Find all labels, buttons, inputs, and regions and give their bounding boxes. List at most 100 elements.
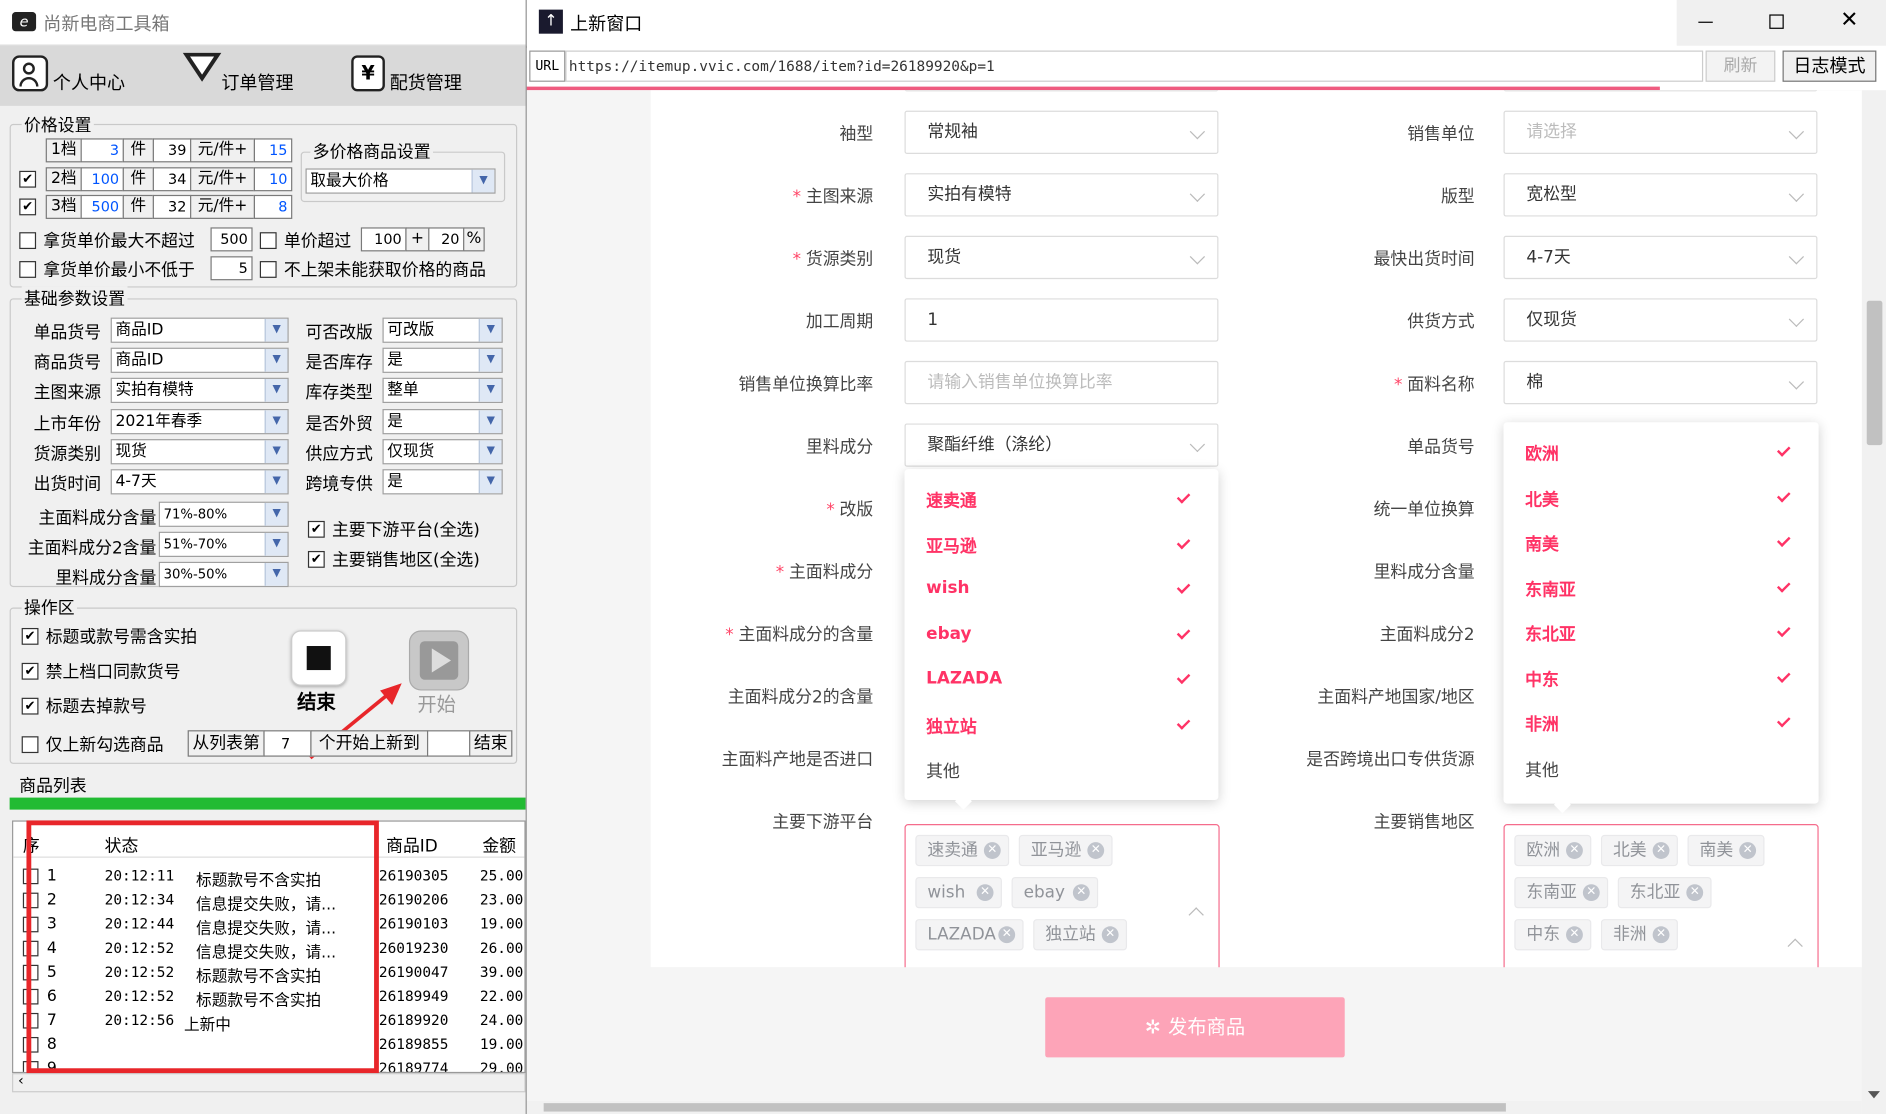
- refresh-button[interactable]: 刷新: [1705, 50, 1776, 82]
- form-field-select[interactable]: 清新甜美: [1503, 90, 1818, 92]
- end-index-input[interactable]: [426, 730, 471, 757]
- tag-close-icon[interactable]: ✕: [1652, 926, 1670, 944]
- basic-field-value: 是: [387, 351, 403, 370]
- scroll-left-icon[interactable]: ‹: [18, 1072, 24, 1089]
- basic-field-select[interactable]: 2021年春季 ▼: [110, 408, 289, 434]
- horizontal-scrollbar[interactable]: [526, 1100, 1862, 1114]
- from-index-input[interactable]: 7: [263, 730, 312, 757]
- tier2-qty[interactable]: 100: [80, 167, 124, 192]
- region-all-checkbox[interactable]: [307, 550, 325, 568]
- tier3-add[interactable]: 8: [253, 194, 293, 219]
- log-mode-button[interactable]: 日志模式: [1782, 50, 1877, 82]
- dropdown-option-other[interactable]: 其他: [1525, 757, 1559, 781]
- basic-field-select[interactable]: 现货 ▼: [110, 438, 289, 465]
- url-input[interactable]: https://itemup.vvic.com/1688/item?id=261…: [565, 50, 1704, 82]
- require-real-shot-checkbox[interactable]: [21, 627, 39, 645]
- only-new-checked-checkbox[interactable]: [21, 736, 39, 754]
- basic-field-select[interactable]: 是 ▼: [382, 408, 503, 434]
- dropdown-option[interactable]: LAZADA: [926, 669, 1002, 688]
- tier3-price[interactable]: 32: [152, 194, 192, 219]
- vertical-scrollbar[interactable]: [1861, 90, 1886, 1114]
- maximize-icon[interactable]: [1769, 14, 1784, 29]
- percent-input[interactable]: 20: [428, 227, 465, 252]
- basic-field-select[interactable]: 4-7天 ▼: [110, 469, 289, 495]
- tag-close-icon[interactable]: ✕: [1072, 884, 1090, 902]
- form-field-select[interactable]: 仅现货: [1503, 298, 1818, 342]
- tag-close-icon[interactable]: ✕: [1652, 842, 1670, 859]
- form-field-select[interactable]: 请选择: [1503, 110, 1818, 154]
- dropdown-option[interactable]: 北美: [1525, 487, 1559, 511]
- max-price-input[interactable]: 500: [210, 227, 253, 252]
- tag-close-icon[interactable]: ✕: [1582, 884, 1600, 902]
- basic-field-select[interactable]: 是 ▼: [382, 347, 503, 374]
- form-field-select[interactable]: 4-7天: [1503, 235, 1818, 280]
- dropdown-option[interactable]: ebay: [926, 624, 971, 643]
- dropdown-option[interactable]: 中东: [1525, 667, 1559, 691]
- basic-field-select[interactable]: 仅现货 ▼: [382, 438, 503, 465]
- remove-style-no-checkbox[interactable]: [21, 697, 39, 715]
- basic-field-select[interactable]: 实拍有模特 ▼: [110, 378, 289, 404]
- tag-close-icon[interactable]: ✕: [976, 884, 994, 902]
- chevron-up-icon[interactable]: [1787, 938, 1803, 954]
- content-field-select[interactable]: 51%-70% ▼: [158, 531, 289, 557]
- tier1-add[interactable]: 15: [253, 138, 293, 163]
- platform-tag-box[interactable]: 速卖通 ✕ 亚马逊 ✕ wish ✕ ebay ✕ LAZADA ✕ 独立站 ✕: [904, 824, 1220, 975]
- skip-no-price-checkbox[interactable]: [259, 261, 277, 278]
- basic-field-select[interactable]: 商品ID ▼: [110, 317, 289, 343]
- dropdown-option[interactable]: 亚马逊: [926, 534, 977, 558]
- scroll-down-icon[interactable]: [1867, 1091, 1880, 1099]
- min-price-checkbox[interactable]: [19, 261, 37, 278]
- tag-close-icon[interactable]: ✕: [1739, 842, 1757, 859]
- dropdown-option[interactable]: 独立站: [926, 714, 977, 738]
- tag-close-icon[interactable]: ✕: [1087, 842, 1105, 859]
- user-center-button[interactable]: 个人中心: [10, 53, 142, 99]
- tier1-qty[interactable]: 3: [80, 138, 124, 163]
- dropdown-option-other[interactable]: 其他: [926, 759, 960, 783]
- unit-exceed-input[interactable]: 100: [360, 227, 407, 252]
- max-price-checkbox[interactable]: [19, 232, 37, 250]
- unit-exceed-checkbox[interactable]: [259, 232, 277, 250]
- publish-button[interactable]: ✲ 发布商品: [1045, 997, 1345, 1058]
- close-icon[interactable]: ✕: [1840, 7, 1858, 33]
- order-management-button[interactable]: 订单管理: [178, 52, 310, 99]
- dropdown-option[interactable]: 东南亚: [1525, 577, 1576, 601]
- tier1-price[interactable]: 39: [152, 138, 192, 163]
- dropdown-option[interactable]: 南美: [1525, 532, 1559, 556]
- tier3-checkbox[interactable]: [19, 198, 37, 216]
- chevron-up-icon[interactable]: [1188, 907, 1204, 923]
- tier2-price[interactable]: 34: [152, 167, 192, 192]
- dropdown-option[interactable]: 速卖通: [926, 488, 977, 512]
- basic-field-select[interactable]: 是 ▼: [382, 469, 503, 495]
- distribution-management-label: 配货管理: [389, 72, 462, 94]
- tag-close-icon[interactable]: ✕: [1686, 884, 1704, 902]
- tag-close-icon[interactable]: ✕: [1566, 842, 1583, 859]
- min-price-input[interactable]: 5: [210, 256, 253, 281]
- tier2-add[interactable]: 10: [253, 167, 293, 192]
- content-field-select[interactable]: 71%-80% ▼: [158, 501, 289, 527]
- form-field-select[interactable]: 宽松型: [1503, 173, 1818, 217]
- dropdown-option[interactable]: wish: [926, 579, 969, 598]
- basic-field-select[interactable]: 可改版 ▼: [382, 317, 503, 343]
- scroll-thumb[interactable]: [1866, 300, 1883, 446]
- table-hscrollbar[interactable]: ‹: [12, 1072, 526, 1093]
- content-field-select[interactable]: 30%-50% ▼: [158, 561, 289, 588]
- basic-field-select[interactable]: 商品ID ▼: [110, 347, 289, 374]
- tier3-qty[interactable]: 500: [80, 194, 124, 219]
- dropdown-option[interactable]: 东北亚: [1525, 622, 1576, 646]
- dropdown-option[interactable]: 欧洲: [1525, 442, 1559, 466]
- tag-close-icon[interactable]: ✕: [1101, 926, 1119, 944]
- downstream-all-checkbox[interactable]: [307, 520, 325, 538]
- block-same-style-checkbox[interactable]: [21, 662, 39, 680]
- form-field-select[interactable]: 棉: [1503, 360, 1818, 405]
- distribution-management-button[interactable]: ¥ 配货管理: [346, 53, 490, 99]
- tag-close-icon[interactable]: ✕: [983, 842, 1001, 859]
- basic-field-select[interactable]: 整单 ▼: [382, 378, 503, 404]
- hscroll-thumb[interactable]: [543, 1103, 1506, 1112]
- minimize-icon[interactable]: [1698, 21, 1713, 23]
- dropdown-option[interactable]: 非洲: [1525, 712, 1559, 736]
- tier2-checkbox[interactable]: [19, 170, 37, 188]
- region-tag-box[interactable]: 欧洲 ✕ 北美 ✕ 南美 ✕ 东南亚 ✕ 东北亚 ✕ 中东 ✕ 非洲 ✕: [1503, 824, 1819, 975]
- tag-close-icon[interactable]: ✕: [1566, 926, 1583, 944]
- tag-close-icon[interactable]: ✕: [998, 926, 1016, 944]
- multi-price-select[interactable]: 取最大价格 ▼: [305, 168, 496, 194]
